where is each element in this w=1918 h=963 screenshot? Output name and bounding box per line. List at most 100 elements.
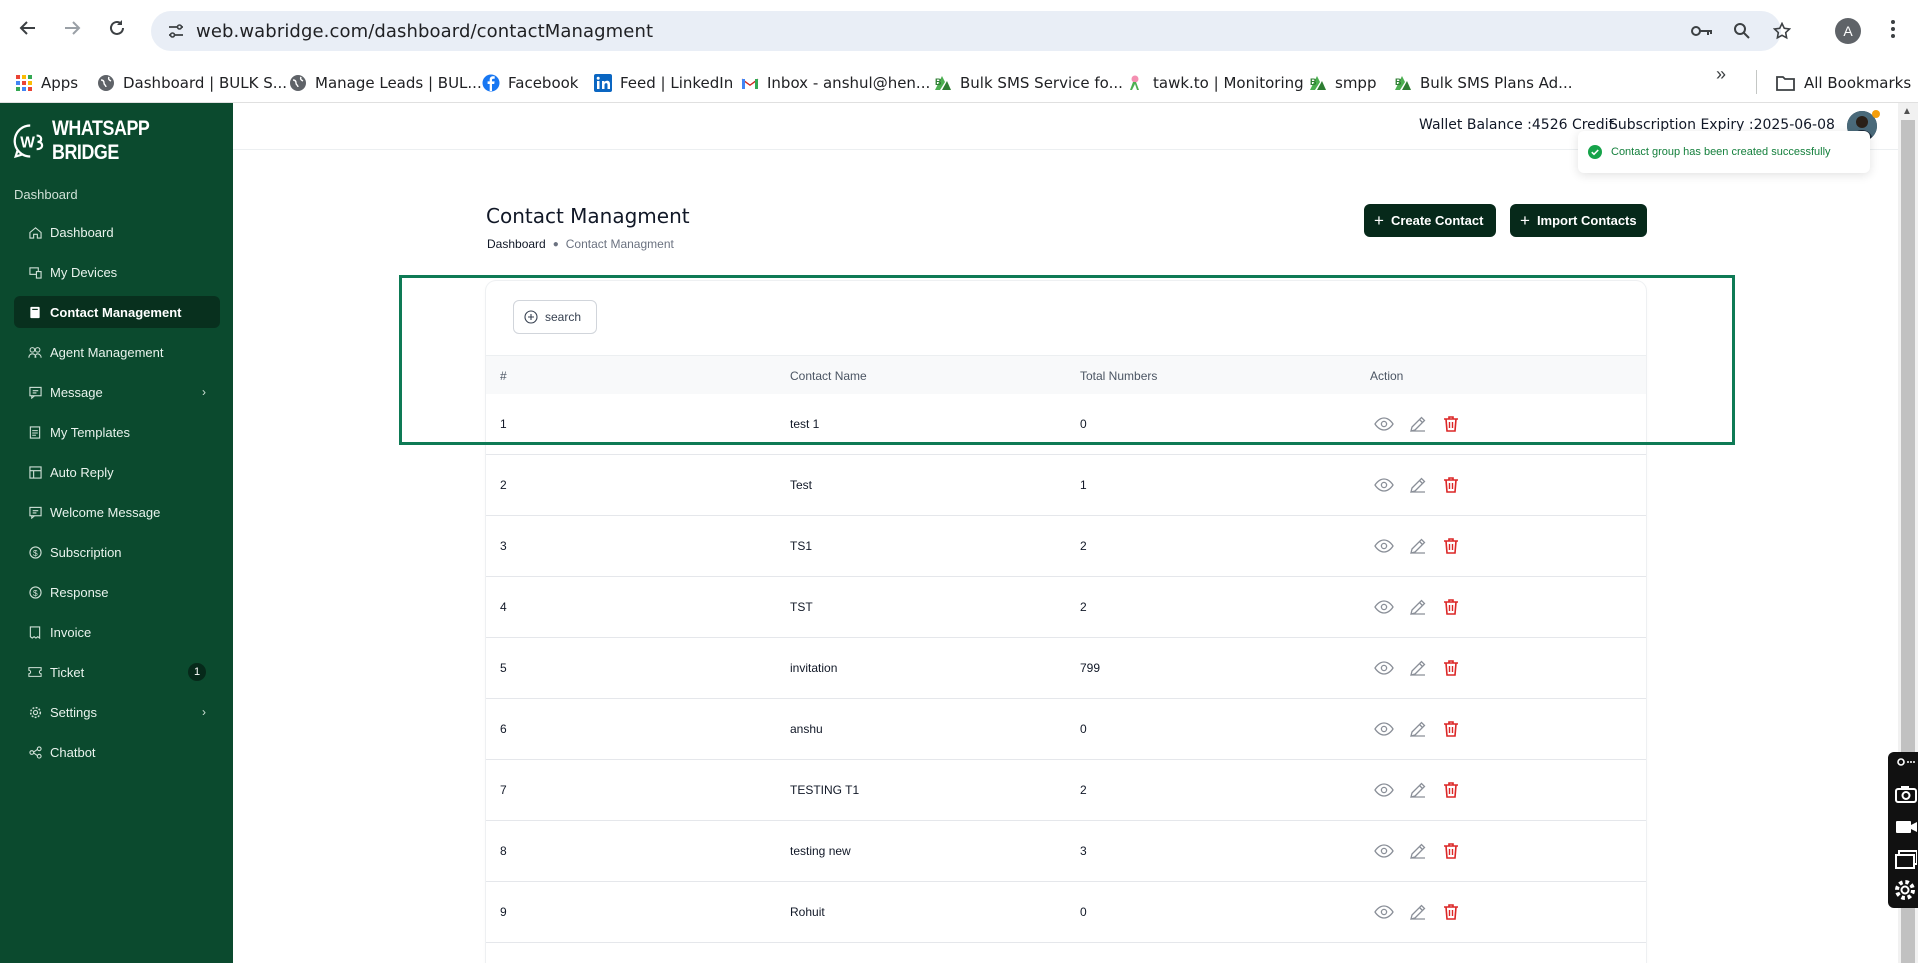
view-eye-icon[interactable] [1374, 902, 1394, 922]
edit-pencil-icon[interactable] [1408, 536, 1428, 556]
bookmark-label: Dashboard | BULK S... [123, 74, 288, 92]
address-bar[interactable]: web.wabridge.com/dashboard/contactManagm… [151, 11, 1791, 51]
sidebar-item-response[interactable]: $ Response [14, 576, 220, 608]
brand-b-icon: B [935, 76, 951, 90]
bookmark-gmail[interactable]: Inbox - anshul@hen... [741, 63, 930, 103]
create-contact-button[interactable]: + Create Contact [1364, 204, 1496, 237]
dollar-icon: $ [28, 545, 42, 559]
sidebar-item-welcome-message[interactable]: Welcome Message [14, 496, 220, 528]
bookmark-linkedin[interactable]: Feed | LinkedIn [594, 63, 733, 103]
sidebar-item-ticket[interactable]: Ticket 1 [14, 656, 220, 688]
delete-trash-icon[interactable] [1441, 658, 1461, 678]
view-eye-icon[interactable] [1374, 841, 1394, 861]
sidebar-item-invoice[interactable]: Invoice [14, 616, 220, 648]
back-icon[interactable] [16, 16, 40, 40]
profile-avatar[interactable]: A [1835, 18, 1861, 44]
view-eye-icon[interactable] [1374, 780, 1394, 800]
message-icon [28, 385, 42, 399]
bookmarks-overflow-icon[interactable]: » [1716, 64, 1726, 85]
edit-pencil-icon[interactable] [1408, 597, 1428, 617]
edit-pencil-icon[interactable] [1408, 841, 1428, 861]
browser-toolbar: web.wabridge.com/dashboard/contactManagm… [0, 0, 1918, 63]
all-bookmarks-label: All Bookmarks [1804, 74, 1912, 92]
edit-pencil-icon[interactable] [1408, 475, 1428, 495]
svg-text:B: B [935, 77, 942, 87]
video-icon[interactable] [1893, 815, 1917, 839]
gear-icon[interactable] [1893, 878, 1917, 902]
ticket-count-badge: 1 [188, 663, 206, 681]
bookmark-apps[interactable]: Apps [15, 63, 78, 103]
site-info-icon[interactable] [167, 22, 185, 40]
search-button[interactable]: search [513, 300, 597, 334]
bookmark-tawk[interactable]: tawk.to | Monitoring [1127, 63, 1304, 103]
delete-trash-icon[interactable] [1441, 902, 1461, 922]
sidebar-item-label: Auto Reply [50, 464, 114, 480]
chevron-right-icon: › [202, 385, 206, 399]
sidebar-item-contact-management[interactable]: Contact Management [14, 296, 220, 328]
sidebar-item-label: Settings [50, 704, 97, 720]
password-key-icon[interactable] [1691, 20, 1713, 42]
bookmark-bulk-sms-service[interactable]: B Bulk SMS Service fo... [934, 63, 1123, 103]
pin-icon[interactable] [1893, 754, 1917, 778]
breadcrumb-separator: ● [552, 238, 559, 250]
bookmark-manage-leads[interactable]: Manage Leads | BUL... [289, 63, 482, 103]
sidebar-item-label: Agent Management [50, 344, 164, 360]
edit-pencil-icon[interactable] [1408, 658, 1428, 678]
bookmark-facebook[interactable]: Facebook [482, 63, 578, 103]
view-eye-icon[interactable] [1374, 719, 1394, 739]
scroll-up-arrow-icon[interactable]: ▲ [1902, 106, 1912, 117]
delete-trash-icon[interactable] [1441, 475, 1461, 495]
edit-pencil-icon[interactable] [1408, 719, 1428, 739]
delete-trash-icon[interactable] [1441, 841, 1461, 861]
sidebar-item-subscription[interactable]: $ Subscription [14, 536, 220, 568]
sidebar-item-settings[interactable]: Settings › [14, 696, 220, 728]
camera-icon[interactable] [1893, 782, 1917, 806]
table-row: 5 invitation 799 [486, 638, 1646, 699]
folder-icon [1776, 76, 1795, 91]
sidebar-item-my-devices[interactable]: My Devices [14, 256, 220, 288]
bookmark-label: Bulk SMS Plans Ad... [1420, 74, 1573, 92]
delete-trash-icon[interactable] [1441, 719, 1461, 739]
bookmark-smpp[interactable]: B smpp [1309, 63, 1376, 103]
sidebar-item-auto-reply[interactable]: Auto Reply [14, 456, 220, 488]
table-row: 8 testing new 3 [486, 821, 1646, 882]
bookmark-star-icon[interactable] [1771, 20, 1793, 42]
breadcrumb-home[interactable]: Dashboard [487, 237, 546, 251]
sidebar-item-label: Response [50, 584, 109, 600]
import-contacts-button[interactable]: + Import Contacts [1510, 204, 1647, 237]
zoom-icon[interactable] [1731, 20, 1753, 42]
bookmark-label: Apps [41, 74, 79, 92]
logo[interactable]: W WHATSAPP BRIDGE [12, 117, 233, 165]
reload-icon[interactable] [105, 16, 129, 40]
url-text[interactable]: web.wabridge.com/dashboard/contactManagm… [196, 21, 653, 42]
screens-icon[interactable] [1893, 847, 1917, 871]
globe-icon [290, 75, 306, 91]
edit-pencil-icon[interactable] [1408, 902, 1428, 922]
delete-trash-icon[interactable] [1441, 414, 1461, 434]
delete-trash-icon[interactable] [1441, 597, 1461, 617]
plus-icon: + [1520, 210, 1530, 230]
bookmark-bulk-sms-plans[interactable]: B Bulk SMS Plans Ad... [1394, 63, 1573, 103]
all-bookmarks[interactable]: All Bookmarks [1776, 63, 1911, 103]
edit-pencil-icon[interactable] [1408, 780, 1428, 800]
sidebar-item-message[interactable]: Message › [14, 376, 220, 408]
sidebar-item-agent-management[interactable]: Agent Management [14, 336, 220, 368]
contact-name: testing new [790, 844, 851, 858]
sidebar-item-dashboard[interactable]: Dashboard [14, 216, 220, 248]
row-number: 9 [500, 905, 507, 919]
view-eye-icon[interactable] [1374, 658, 1394, 678]
edit-pencil-icon[interactable] [1408, 414, 1428, 434]
view-eye-icon[interactable] [1374, 536, 1394, 556]
view-eye-icon[interactable] [1374, 475, 1394, 495]
welcome-icon [28, 505, 42, 519]
forward-icon[interactable] [60, 16, 84, 40]
view-eye-icon[interactable] [1374, 597, 1394, 617]
delete-trash-icon[interactable] [1441, 780, 1461, 800]
brand-b-icon: B [1310, 76, 1326, 90]
browser-menu-icon[interactable] [1885, 16, 1901, 42]
bookmark-dashboard-bulk[interactable]: Dashboard | BULK S... [97, 63, 287, 103]
delete-trash-icon[interactable] [1441, 536, 1461, 556]
sidebar-item-chatbot[interactable]: Chatbot [14, 736, 220, 768]
sidebar-item-my-templates[interactable]: My Templates [14, 416, 220, 448]
view-eye-icon[interactable] [1374, 414, 1394, 434]
